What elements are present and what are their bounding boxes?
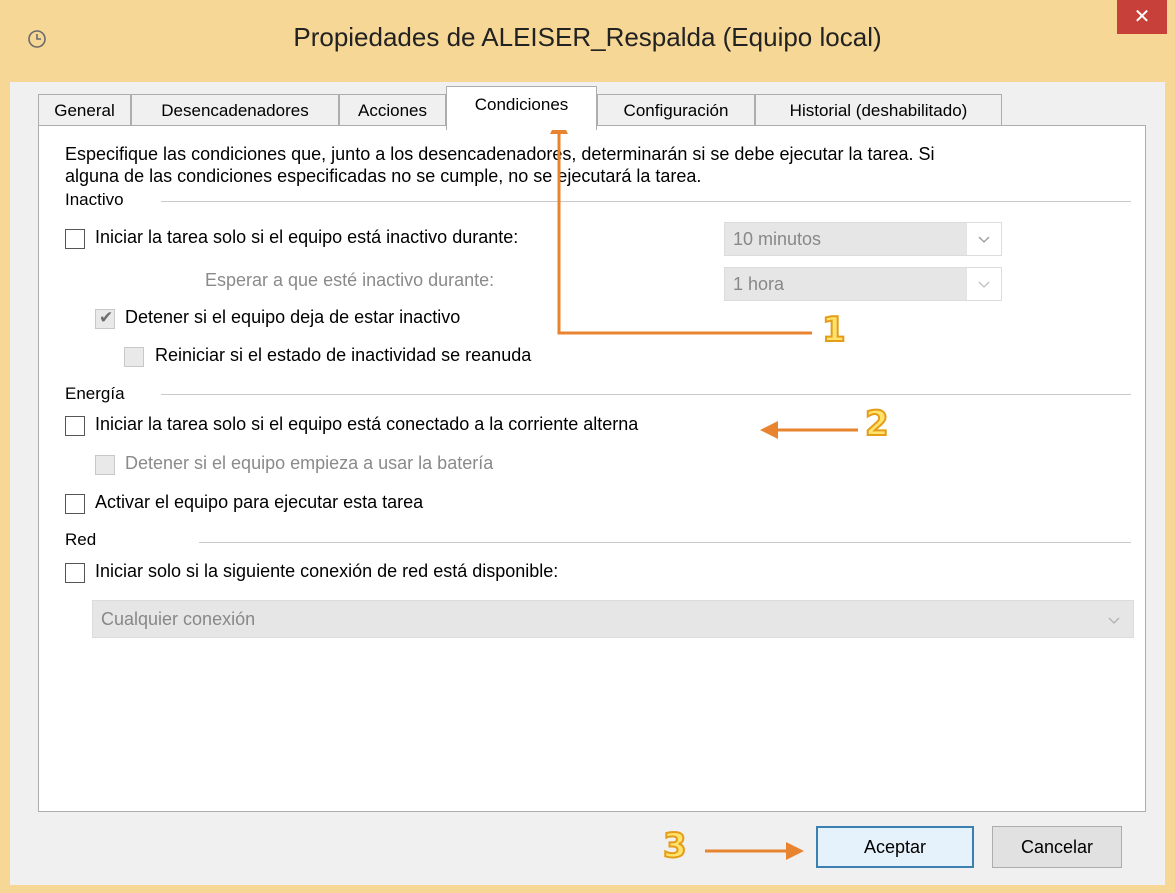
tab-condiciones[interactable]: Condiciones [446, 86, 597, 130]
ac-power-label: Iniciar la tarea solo si el equipo está … [95, 414, 639, 434]
title-bar[interactable]: Propiedades de ALEISER_Respalda (Equipo … [0, 0, 1175, 82]
tab-general[interactable]: General [38, 94, 131, 128]
intro-line-1: Especifique las condiciones que, junto a… [65, 144, 935, 164]
close-button[interactable]: ✕ [1117, 0, 1167, 34]
intro-line-2: alguna de las condiciones especificadas … [65, 166, 702, 186]
separator [199, 542, 1131, 543]
ok-button-label: Aceptar [863, 837, 927, 857]
chevron-down-icon [978, 236, 990, 243]
wait-idle-label: Esperar a que esté inactivo durante: [205, 270, 495, 290]
restart-idle-label: Reiniciar si el estado de inactividad se… [155, 345, 532, 365]
stop-battery-label: Detener si el equipo empieza a usar la b… [125, 453, 494, 473]
tab-desencadenadores[interactable]: Desencadenadores [131, 94, 339, 128]
wait-duration-combo[interactable]: 1 hora [724, 267, 1002, 301]
dialog-window: Propiedades de ALEISER_Respalda (Equipo … [0, 0, 1175, 893]
idle-duration-value: 10 minutos [733, 229, 822, 249]
separator [161, 201, 1131, 202]
dialog-client: General Desencadenadores Acciones Condic… [10, 82, 1165, 885]
stop-idle-label: Detener si el equipo deja de estar inact… [125, 307, 461, 327]
chevron-down-icon [978, 281, 990, 288]
ok-button[interactable]: Aceptar [816, 826, 974, 868]
section-heading-red: Red [65, 530, 97, 549]
idle-duration-combo[interactable]: 10 minutos [724, 222, 1002, 256]
dropdown-button[interactable] [966, 223, 1001, 255]
restart-idle-checkbox[interactable] [124, 347, 144, 367]
section-heading-energia: Energía [65, 384, 125, 403]
separator [161, 394, 1131, 395]
annotation-number-2: 2 [864, 403, 890, 445]
wake-label: Activar el equipo para ejecutar esta tar… [95, 492, 424, 512]
annotation-number-3: 3 [662, 825, 688, 867]
stop-battery-checkbox[interactable] [95, 455, 115, 475]
section-heading-inactivo: Inactivo [65, 190, 124, 209]
network-checkbox[interactable] [65, 563, 85, 583]
cancel-button[interactable]: Cancelar [992, 826, 1122, 868]
tab-configuracion[interactable]: Configuración [597, 94, 755, 128]
tab-historial[interactable]: Historial (deshabilitado) [755, 94, 1002, 128]
checkmark-icon: ✔ [99, 308, 114, 328]
network-connection-combo[interactable]: Cualquier conexión [92, 600, 1134, 638]
stop-idle-checkbox[interactable]: ✔ [95, 308, 115, 329]
annotation-number-1: 1 [821, 309, 847, 351]
ac-power-checkbox[interactable] [65, 416, 85, 436]
network-label: Iniciar solo si la siguiente conexión de… [95, 561, 559, 581]
wake-checkbox[interactable] [65, 494, 85, 514]
wait-duration-value: 1 hora [733, 274, 785, 294]
network-connection-value: Cualquier conexión [101, 609, 256, 629]
conditions-panel: Especifique las condiciones que, junto a… [38, 125, 1146, 812]
window-title: Propiedades de ALEISER_Respalda (Equipo … [293, 22, 882, 52]
start-idle-checkbox[interactable] [65, 229, 85, 249]
chevron-down-icon [1108, 617, 1120, 624]
dropdown-button[interactable] [966, 268, 1001, 300]
tab-acciones[interactable]: Acciones [339, 94, 446, 128]
start-idle-label: Iniciar la tarea solo si el equipo está … [95, 227, 519, 247]
